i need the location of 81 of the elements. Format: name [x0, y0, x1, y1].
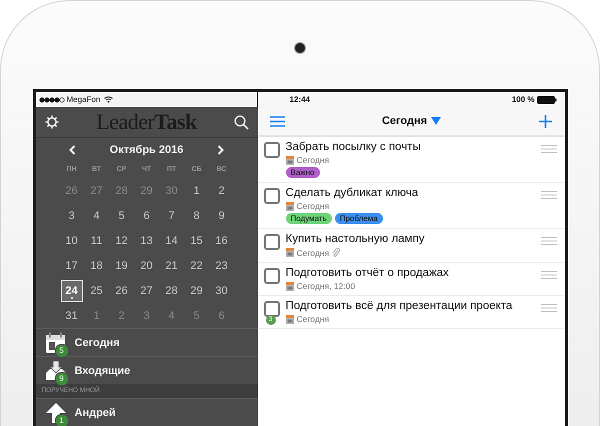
calendar-icon: [286, 156, 294, 164]
calendar-day[interactable]: 12: [110, 230, 132, 252]
calendar-icon: [286, 202, 294, 210]
calendar-day[interactable]: 31: [60, 304, 82, 326]
battery-percent: 100 %: [512, 95, 534, 104]
month-title: Октябрь 2016: [110, 144, 184, 156]
menu-icon[interactable]: [270, 116, 284, 126]
calendar-day[interactable]: 26: [110, 280, 132, 302]
due-date: Сегодня: [296, 155, 330, 165]
due-date: Сегодня: [296, 201, 330, 211]
calendar-day[interactable]: 27: [136, 280, 158, 302]
calendar-day[interactable]: 10: [60, 230, 82, 252]
task-title[interactable]: Подготовить отчёт о продажах: [286, 267, 534, 279]
sidebar-item[interactable]: 1 Андрей: [36, 398, 258, 426]
calendar-day[interactable]: 3: [60, 204, 82, 226]
calendar-day[interactable]: 9: [210, 204, 232, 226]
calendar-day[interactable]: 6: [136, 204, 158, 226]
task-title[interactable]: Сделать дубликат ключа: [286, 187, 534, 199]
calendar-day[interactable]: 30: [210, 280, 232, 302]
search-icon[interactable]: [234, 114, 250, 130]
task-checkbox[interactable]: [264, 188, 280, 204]
drag-handle-icon[interactable]: [540, 145, 556, 153]
calendar-day[interactable]: 2: [210, 180, 232, 202]
due-date: Сегодня: [296, 314, 330, 324]
calendar-icon: [286, 248, 294, 257]
camera-lens: [295, 43, 305, 53]
calendar-day[interactable]: 25: [86, 280, 108, 302]
calendar-day[interactable]: 21: [160, 254, 182, 276]
calendar-day[interactable]: 18: [86, 254, 108, 276]
calendar-day[interactable]: 17: [60, 254, 82, 276]
sidebar-item-label: Сегодня: [74, 336, 120, 348]
list-title[interactable]: Сегодня: [382, 115, 428, 127]
previous-month-icon[interactable]: [69, 145, 76, 155]
calendar-day[interactable]: 22: [186, 254, 208, 276]
tag-label: Подумать: [286, 213, 332, 224]
calendar-day[interactable]: 8: [186, 204, 208, 226]
calendar-day[interactable]: 28: [160, 280, 182, 302]
calendar-day[interactable]: 11: [86, 230, 108, 252]
calendar-day[interactable]: 13: [136, 230, 158, 252]
carrier-name: MegaFon: [66, 95, 100, 104]
calendar-day[interactable]: 29: [186, 280, 208, 302]
task-title[interactable]: Забрать посылку с почты: [286, 141, 534, 153]
calendar-day[interactable]: 15: [186, 230, 208, 252]
next-month-icon[interactable]: [216, 145, 224, 155]
task-checkbox[interactable]: [264, 234, 280, 250]
calendar-day[interactable]: 1: [186, 180, 208, 202]
calendar-day[interactable]: 19: [110, 254, 132, 276]
sidebar-item[interactable]: 9 Входящие: [36, 356, 258, 384]
tag-label: Проблема: [334, 213, 383, 224]
calendar-day[interactable]: 14: [160, 230, 182, 252]
task-checkbox[interactable]: [264, 142, 280, 158]
settings-icon[interactable]: [44, 115, 58, 129]
sidebar-item[interactable]: 5 Сегодня: [36, 328, 258, 356]
calendar-day[interactable]: 24: [60, 280, 82, 302]
calendar-day[interactable]: 4: [86, 204, 108, 226]
calendar-day[interactable]: 16: [210, 230, 232, 252]
clock: 12:44: [290, 95, 311, 104]
task-checkbox[interactable]: [264, 268, 280, 284]
task-title[interactable]: Купить настольную лампу: [286, 233, 534, 245]
calendar-day[interactable]: 7: [160, 204, 182, 226]
drag-handle-icon[interactable]: [540, 237, 556, 245]
calendar-icon: [286, 282, 294, 290]
drag-handle-icon[interactable]: [540, 191, 556, 199]
count-badge: 1: [54, 414, 68, 426]
signal-icon: [38, 96, 64, 102]
dropdown-caret-icon[interactable]: [431, 117, 442, 125]
drag-handle-icon[interactable]: [540, 304, 556, 312]
battery-icon: [536, 96, 556, 104]
calendar-day[interactable]: 5: [110, 204, 132, 226]
wifi-icon: [104, 96, 114, 103]
calendar-day[interactable]: 23: [210, 254, 232, 276]
due-date: Сегодня, 12:00: [296, 281, 356, 291]
drag-handle-icon[interactable]: [540, 271, 556, 279]
sidebar-item-label: Андрей: [74, 406, 116, 418]
calendar-day[interactable]: 20: [136, 254, 158, 276]
calendar-icon: [286, 314, 294, 324]
task-title[interactable]: Подготовить всё для презентации проекта: [286, 300, 534, 312]
sidebar-item-label: Входящие: [74, 364, 130, 376]
add-icon[interactable]: [538, 114, 552, 128]
due-date: Сегодня: [296, 248, 330, 258]
tag-label: Важно: [286, 167, 320, 178]
